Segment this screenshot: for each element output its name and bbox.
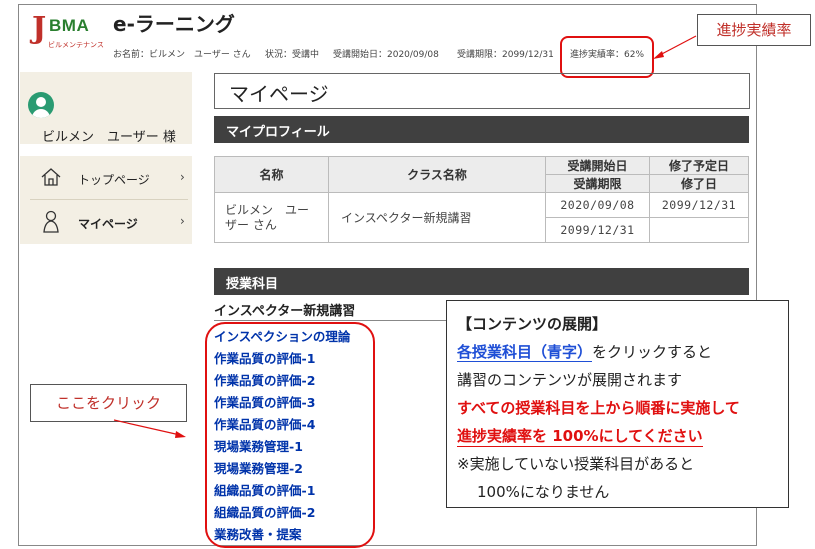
sidebar-item-label: トップページ xyxy=(78,173,150,187)
sidebar-nav: トップページ › マイページ › xyxy=(20,156,192,244)
explanation-line3: すべての授業科目を上から順番に実施して xyxy=(457,399,740,417)
person-icon xyxy=(43,210,59,233)
explanation-line4: 進捗実績率を 100%にしてください xyxy=(457,427,703,447)
subjects-heading: 授業科目 xyxy=(226,277,279,292)
sidebar-item-label: マイページ xyxy=(78,217,138,231)
explanation-line6: 100%になりません xyxy=(477,483,610,501)
cell-name: ビルメン ユーザー さん xyxy=(214,192,329,243)
jbma-logo[interactable]: J BMA ビルメンテナンス xyxy=(32,10,104,52)
explanation-title: 【コンテンツの展開】 xyxy=(457,315,608,333)
cell-planned: 2099/12/31 xyxy=(649,192,749,218)
avatar-icon xyxy=(28,92,54,118)
progress-arrow-icon xyxy=(653,35,697,59)
expiry-info: 受講期限：2099/12/31 xyxy=(457,50,554,60)
profile-table: 名称 クラス名称 受講開始日 修了予定日 受講期限 修了日 ビルメン ユーザー … xyxy=(214,156,749,243)
explanation-line1-rest: をクリックすると xyxy=(592,343,713,361)
logo-text: BMA xyxy=(49,16,90,35)
course-name: インスペクター新規講習 xyxy=(214,304,356,319)
subjects-highlight xyxy=(205,322,375,548)
cell-class: インスペクター新規講習 xyxy=(328,192,546,243)
user-name-info: お名前：ビルメン ユーザー さん xyxy=(113,50,251,60)
profile-heading: マイプロフィール xyxy=(226,125,330,140)
course-divider xyxy=(214,320,454,321)
chevron-right-icon: › xyxy=(180,214,185,228)
sidebar-item-top-page[interactable]: トップページ › xyxy=(20,158,192,198)
cell-completed xyxy=(649,217,749,243)
profile-section-header: マイプロフィール xyxy=(214,116,749,143)
header-period: 受講期限 xyxy=(545,174,650,193)
status-info: 状況：受講中 xyxy=(265,50,320,60)
sidebar-user-panel: ビルメン ユーザー 様 xyxy=(20,72,192,145)
header-class: クラス名称 xyxy=(328,156,546,193)
explanation-link-text: 各授業科目（青字） xyxy=(457,343,593,362)
explanation-line5: ※実施していない授業科目があると xyxy=(457,455,695,473)
start-date-info: 受講開始日：2020/09/08 xyxy=(333,50,439,60)
logo-subtext: ビルメンテナンス xyxy=(48,41,104,49)
header-name: 名称 xyxy=(214,156,329,193)
header-completed: 修了日 xyxy=(649,174,749,193)
explanation-line1: 各授業科目（青字）をクリックすると xyxy=(457,341,712,362)
click-arrow-icon xyxy=(113,419,186,438)
sidebar-item-my-page[interactable]: マイページ › xyxy=(20,202,192,242)
cell-period: 2099/12/31 xyxy=(545,217,650,243)
explanation-line2: 講習のコンテンツが展開されます xyxy=(457,371,683,389)
cell-start: 2020/09/08 xyxy=(545,192,650,218)
header-start: 受講開始日 xyxy=(545,156,650,175)
header-planned: 修了予定日 xyxy=(649,156,749,175)
logo-letter: J xyxy=(32,11,47,46)
home-icon xyxy=(41,168,61,186)
sidebar-divider xyxy=(30,199,188,200)
progress-callout: 進捗実績率 xyxy=(697,14,811,46)
chevron-right-icon: › xyxy=(180,170,185,184)
page-title: マイページ xyxy=(229,82,329,106)
page-title-box: マイページ xyxy=(214,73,750,109)
progress-highlight xyxy=(560,36,654,78)
sidebar-user-name: ビルメン ユーザー 様 xyxy=(42,130,176,145)
app-title: e-ラーニング xyxy=(113,12,235,36)
explanation-box: 【コンテンツの展開】 各授業科目（青字）をクリックすると 講習のコンテンツが展開… xyxy=(446,300,789,508)
subjects-section-header: 授業科目 xyxy=(214,268,749,295)
